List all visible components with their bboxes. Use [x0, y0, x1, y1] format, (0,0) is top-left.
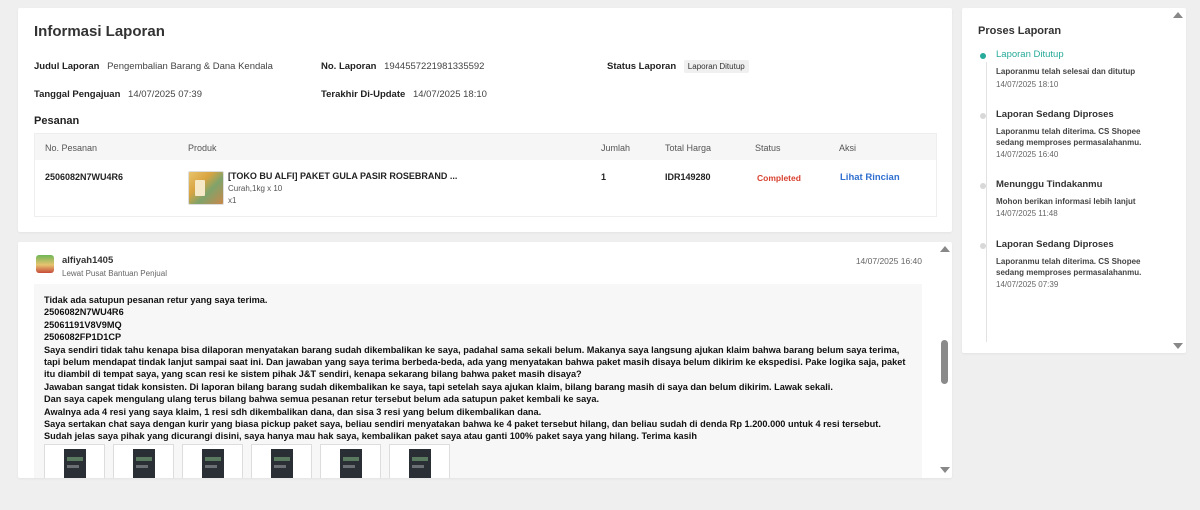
order-number: 2506082N7WU4R6 — [45, 172, 124, 182]
message-line: Tidak ada satupun pesanan retur yang say… — [44, 295, 268, 305]
thread-scrollbar[interactable] — [938, 242, 952, 478]
status-badge: Laporan Ditutup — [683, 60, 749, 73]
report-progress-card: Proses Laporan Laporan Ditutup Laporanmu… — [962, 8, 1186, 353]
message-line: Dan saya capek mengulang ulang terus bil… — [44, 394, 600, 405]
attachment-image[interactable] — [320, 444, 381, 478]
attachment-image[interactable] — [182, 444, 243, 478]
message-line: Saya sertakan chat saya dengan kurir yan… — [44, 419, 881, 430]
step-desc: Laporanmu telah diterima. CS Shopee seda… — [996, 127, 1142, 147]
judul-label: Judul Laporan — [34, 61, 100, 72]
message-box: Tidak ada satupun pesanan retur yang say… — [34, 284, 922, 478]
order-qty: 1 — [601, 172, 607, 182]
col-total-harga: Total Harga — [665, 143, 712, 153]
step-desc: Laporanmu telah diterima. CS Shopee seda… — [996, 257, 1142, 277]
step-dot-icon — [980, 243, 986, 249]
step-dot-icon — [980, 53, 986, 59]
col-no-pesanan: No. Pesanan — [45, 143, 98, 153]
step-dot-icon — [980, 113, 986, 119]
attachment-image[interactable] — [44, 444, 105, 478]
col-aksi: Aksi — [839, 143, 857, 153]
timeline-line — [986, 62, 987, 342]
field-terakhir-update: Terakhir Di-Update 14/07/2025 18:10 — [321, 89, 487, 100]
username: alfiyah1405 — [62, 255, 114, 266]
message-line: 2506082FP1D1CP — [44, 332, 122, 343]
col-produk: Produk — [188, 143, 217, 153]
attachment-image[interactable] — [389, 444, 450, 478]
report-info-title: Informasi Laporan — [34, 23, 165, 40]
scroll-up-icon[interactable] — [940, 246, 950, 252]
message-line: Sudah jelas saya pihak yang dicurangi di… — [44, 431, 697, 442]
col-status: Status — [755, 143, 781, 153]
lihat-rincian-link[interactable]: Lihat Rincian — [840, 172, 900, 183]
update-label: Terakhir Di-Update — [321, 89, 406, 100]
update-value: 14/07/2025 18:10 — [412, 89, 487, 100]
message-text: Tidak ada satupun pesanan retur yang say… — [44, 294, 912, 443]
pesanan-title: Pesanan — [34, 115, 80, 127]
orders-table: No. Pesanan Produk Jumlah Total Harga St… — [34, 133, 937, 217]
step-title: Menunggu Tindakanmu — [996, 179, 1103, 190]
message-source: Lewat Pusat Bantuan Penjual — [62, 269, 167, 278]
report-info-card: Informasi Laporan Judul Laporan Pengemba… — [18, 8, 952, 232]
field-tanggal-pengajuan: Tanggal Pengajuan 14/07/2025 07:39 — [34, 89, 202, 100]
step-time: 14/07/2025 11:48 — [996, 209, 1058, 218]
product-name[interactable]: [TOKO BU ALFI] PAKET GULA PASIR ROSEBRAN… — [228, 171, 457, 181]
no-laporan-value: 1944557221981335592 — [384, 61, 485, 72]
scroll-down-icon[interactable] — [1173, 343, 1183, 349]
product-qty-small: x1 — [228, 196, 237, 205]
order-total: IDR149280 — [665, 172, 711, 182]
product-image[interactable] — [188, 171, 224, 205]
message-line: Jawaban sangat tidak konsisten. Di lapor… — [44, 381, 833, 392]
order-status: Completed — [757, 173, 801, 183]
scroll-thumb[interactable] — [941, 340, 948, 384]
tanggal-label: Tanggal Pengajuan — [34, 89, 121, 100]
step-title: Laporan Ditutup — [996, 49, 1064, 60]
step-title: Laporan Sedang Diproses — [996, 109, 1114, 120]
tanggal-value: 14/07/2025 07:39 — [128, 89, 202, 100]
message-line: 2506082N7WU4R6 — [44, 307, 124, 318]
step-time: 14/07/2025 07:39 — [996, 280, 1059, 289]
field-no-laporan: No. Laporan 1944557221981335592 — [321, 61, 484, 72]
step-time: 14/07/2025 18:10 — [996, 80, 1059, 89]
step-desc: Laporanmu telah selesai dan ditutup — [996, 67, 1136, 76]
field-status-laporan: Status Laporan Laporan Ditutup — [607, 60, 749, 73]
step-desc: Mohon berikan informasi lebih lanjut — [996, 197, 1136, 206]
scroll-up-icon[interactable] — [1173, 12, 1183, 18]
product-variant: Curah,1kg x 10 — [228, 184, 283, 193]
scroll-down-icon[interactable] — [940, 467, 950, 473]
no-laporan-label: No. Laporan — [321, 61, 377, 72]
step-title: Laporan Sedang Diproses — [996, 239, 1114, 250]
sidebar-scrollbar[interactable] — [1172, 8, 1184, 353]
field-judul: Judul Laporan Pengembalian Barang & Dana… — [34, 61, 273, 72]
attachment-image[interactable] — [251, 444, 312, 478]
step-dot-icon — [980, 183, 986, 189]
status-laporan-label: Status Laporan — [607, 61, 677, 72]
message-line: Awalnya ada 4 resi yang saya klaim, 1 re… — [44, 406, 542, 417]
attachment-image[interactable] — [113, 444, 174, 478]
message-line: 25061191V8V9MQ — [44, 319, 122, 330]
avatar — [36, 255, 54, 273]
message-thread-card: alfiyah1405 Lewat Pusat Bantuan Penjual … — [18, 242, 952, 478]
col-jumlah: Jumlah — [601, 143, 631, 153]
judul-value: Pengembalian Barang & Dana Kendala — [107, 61, 273, 72]
message-time: 14/07/2025 16:40 — [855, 256, 922, 266]
table-header: No. Pesanan Produk Jumlah Total Harga St… — [35, 134, 936, 160]
progress-title: Proses Laporan — [978, 25, 1062, 37]
message-line: Saya sendiri tidak tahu kenapa bisa dila… — [44, 344, 906, 380]
step-time: 14/07/2025 16:40 — [996, 150, 1059, 159]
